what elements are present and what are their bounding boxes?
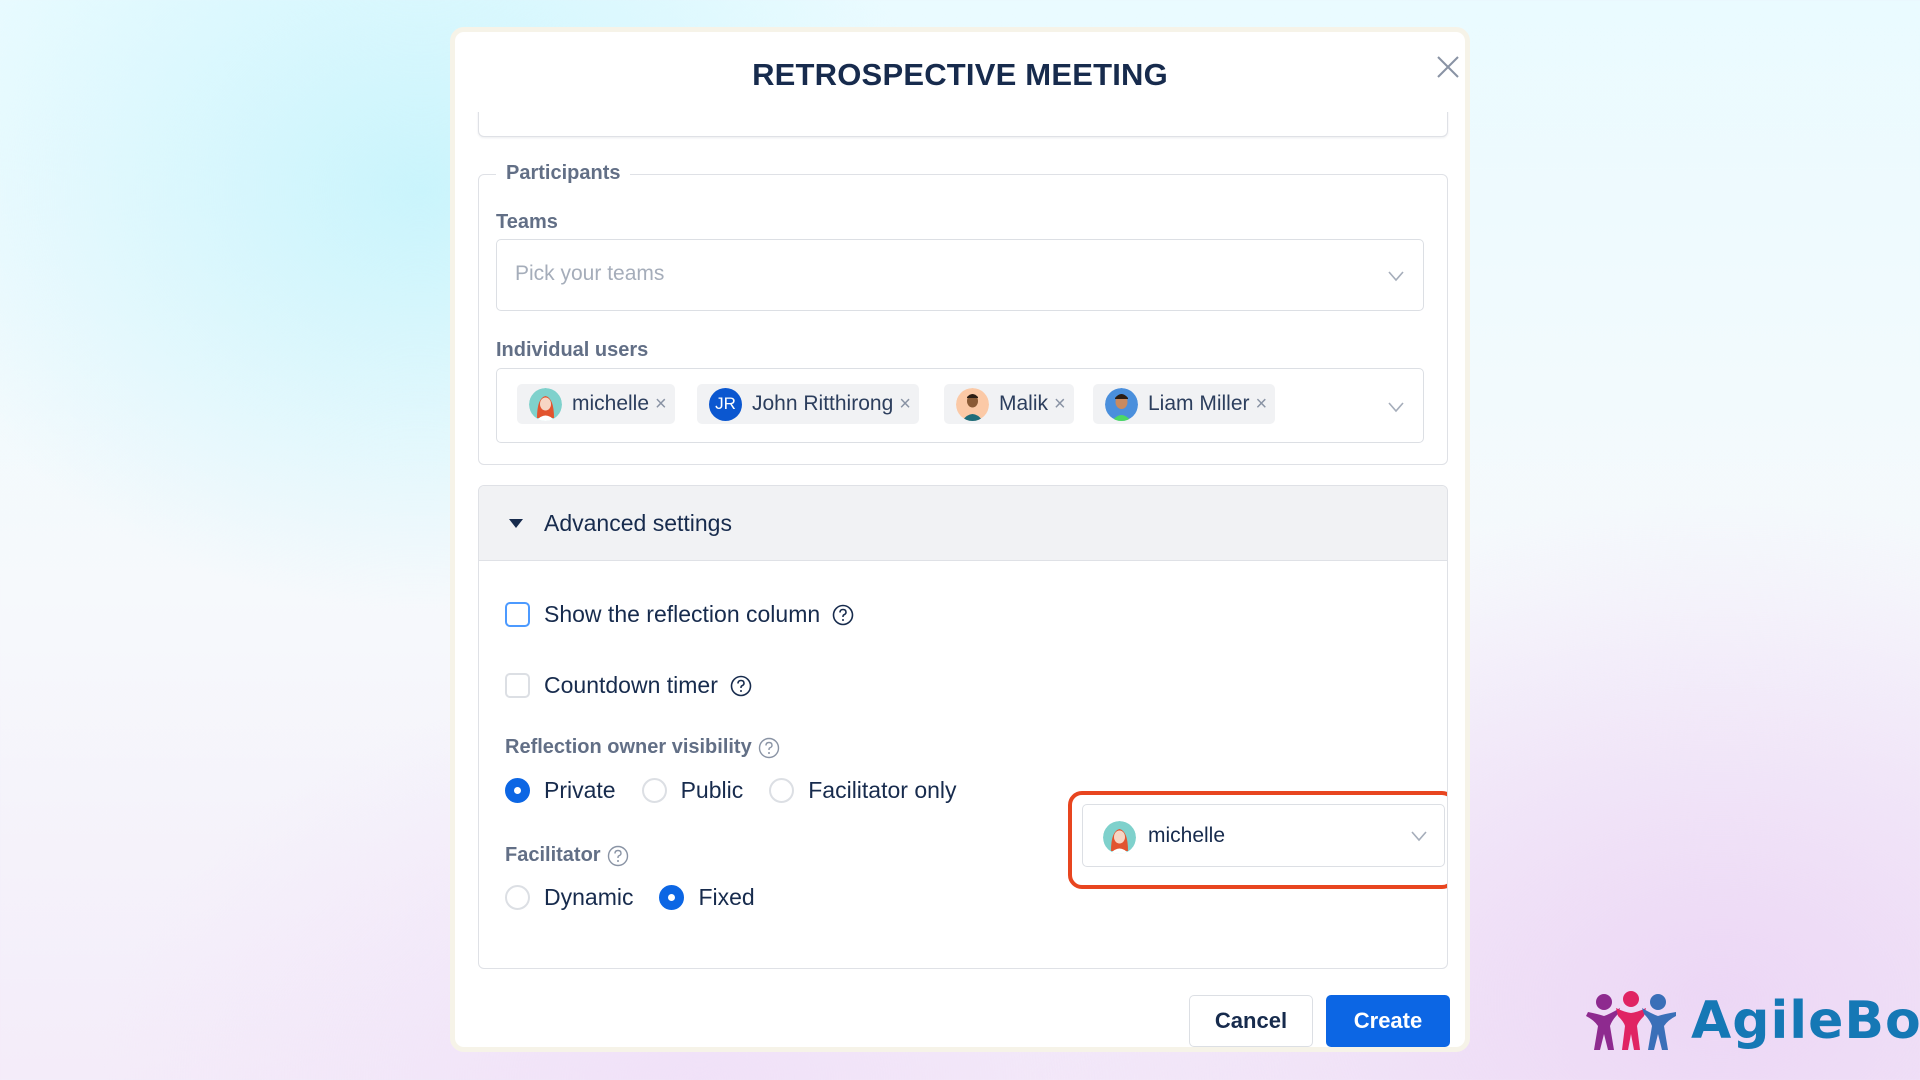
teams-label: Teams: [496, 211, 558, 233]
reflection-owner-visibility-label-row: Reflection owner visibility: [505, 736, 780, 759]
countdown-timer-checkbox[interactable]: [505, 673, 530, 698]
remove-chip-icon[interactable]: ×: [1256, 393, 1268, 416]
caret-down-icon: [509, 519, 523, 528]
chip-name: Liam Miller: [1148, 392, 1250, 415]
retrospective-meeting-dialog: RETROSPECTIVE MEETING ' ' ' ' ' Particip…: [450, 27, 1470, 1052]
remove-chip-icon[interactable]: ×: [1054, 393, 1066, 416]
previous-section-card: ' ' ' ' ': [478, 112, 1448, 137]
avatar-initials-text: JR: [715, 394, 736, 413]
user-chip-liam-miller: Liam Miller ×: [1093, 384, 1276, 424]
help-icon[interactable]: [607, 845, 629, 867]
facilitator-radios: Dynamic Fixed: [505, 884, 781, 911]
user-chip-michelle: michelle ×: [517, 384, 675, 424]
help-icon[interactable]: [730, 675, 752, 697]
radio-fixed[interactable]: Fixed: [659, 884, 755, 911]
chip-name: Malik: [999, 392, 1049, 415]
user-chip-malik: Malik ×: [944, 384, 1074, 424]
radio-fixed-label: Fixed: [698, 884, 755, 910]
show-reflection-column-checkbox[interactable]: [505, 602, 530, 627]
radio-dynamic[interactable]: Dynamic: [505, 884, 633, 911]
chip-name: John Ritthirong: [752, 392, 894, 415]
countdown-timer-label: Countdown timer: [544, 672, 718, 698]
radio-facilitator-only-input[interactable]: [769, 778, 795, 803]
countdown-timer-row: Countdown timer: [505, 672, 752, 699]
avatar-michelle: [1103, 821, 1136, 854]
participants-legend: Participants: [496, 162, 631, 185]
remove-chip-icon[interactable]: ×: [655, 393, 667, 416]
facilitator-selected-user: michelle: [1148, 824, 1226, 847]
radio-fixed-input[interactable]: [659, 885, 685, 910]
show-reflection-column-label: Show the reflection column: [544, 601, 821, 627]
logo-wordmark: AgileBox: [1691, 991, 1920, 1051]
dialog-title: RETROSPECTIVE MEETING: [752, 57, 1168, 92]
people-logo-icon: [1586, 991, 1676, 1050]
radio-facilitator-only-label: Facilitator only: [808, 777, 957, 803]
advanced-settings-toggle[interactable]: Advanced settings: [479, 486, 1447, 561]
radio-public-label: Public: [680, 777, 744, 803]
radio-private-label: Private: [544, 777, 616, 803]
radio-private[interactable]: Private: [505, 777, 616, 804]
cancel-button[interactable]: Cancel: [1189, 995, 1313, 1047]
individual-users-select[interactable]: michelle × JR John Ritthirong × Malik × …: [496, 368, 1424, 443]
help-icon[interactable]: [758, 737, 780, 759]
agilebox-logo: AgileBox: [1584, 990, 1920, 1052]
remove-chip-icon[interactable]: ×: [899, 393, 911, 416]
facilitator-label: Facilitator: [505, 844, 601, 866]
radio-public-input[interactable]: [641, 778, 667, 803]
teams-select[interactable]: Pick your teams: [496, 239, 1424, 311]
avatar-liam: [1105, 387, 1138, 421]
chevron-down-icon: [1388, 402, 1404, 413]
facilitator-user-select[interactable]: michelle: [1082, 804, 1445, 867]
radio-dynamic-input[interactable]: [505, 885, 530, 910]
teams-placeholder: Pick your teams: [515, 262, 665, 285]
reflection-owner-visibility-label: Reflection owner visibility: [505, 736, 752, 758]
show-reflection-column-row: Show the reflection column: [505, 601, 854, 628]
radio-dynamic-label: Dynamic: [544, 884, 634, 910]
chip-name: michelle: [572, 392, 650, 415]
advanced-settings-label: Advanced settings: [544, 510, 732, 536]
avatar-initials: JR: [709, 387, 742, 421]
individual-users-label: Individual users: [496, 339, 649, 361]
advanced-settings-section: Advanced settings Show the reflection co…: [478, 485, 1448, 969]
close-icon[interactable]: [1435, 54, 1461, 80]
help-icon[interactable]: [832, 604, 854, 626]
reflection-owner-visibility-radios: Private Public Facilitator only: [505, 777, 983, 804]
radio-public[interactable]: Public: [641, 777, 744, 804]
dialog-body-scroll[interactable]: ' ' ' ' ' Participants Teams Pick your t…: [455, 112, 1465, 992]
participants-section: Participants Teams Pick your teams Indiv…: [478, 162, 1448, 465]
avatar-michelle: [529, 387, 562, 421]
radio-facilitator-only[interactable]: Facilitator only: [769, 777, 957, 804]
avatar-malik: [956, 387, 989, 421]
chevron-down-icon: [1411, 831, 1427, 842]
user-chip-john-ritthirong: JR John Ritthirong ×: [697, 384, 919, 424]
facilitator-label-row: Facilitator: [505, 844, 629, 867]
chevron-down-icon: [1388, 271, 1404, 282]
create-button[interactable]: Create: [1326, 995, 1450, 1047]
radio-private-input[interactable]: [505, 778, 530, 803]
